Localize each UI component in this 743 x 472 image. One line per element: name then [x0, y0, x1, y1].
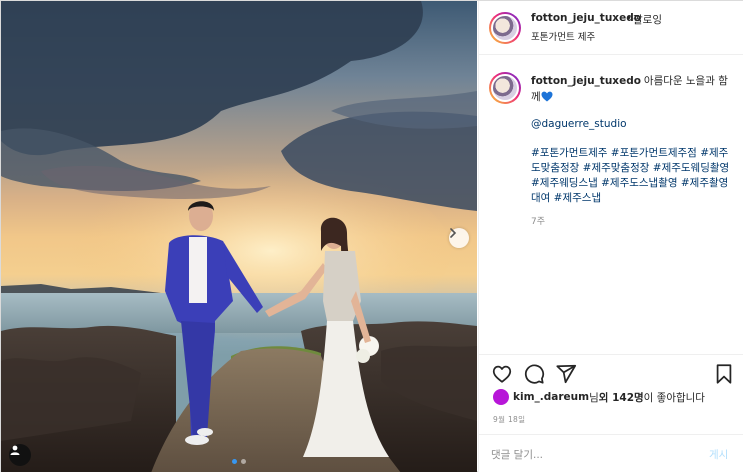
follow-separator: •	[626, 13, 632, 24]
comment-input[interactable]	[491, 446, 691, 464]
hashtag-list: #포톤가먼트제주 #포톤가먼트제주점 #제주도맞춤정장 #제주맞춤정장 #제주도…	[531, 146, 731, 206]
caption-avatar[interactable]	[489, 72, 521, 104]
carousel-dot	[241, 459, 246, 464]
comment-icon[interactable]	[523, 363, 545, 385]
liker-username[interactable]: kim_.dareum	[513, 391, 589, 403]
likes-summary: kim_.dareum 님 외 142명 이 좋아합니다	[493, 387, 705, 407]
post-header: fotton_jeju_tuxedo • 팔로잉 포톤가먼트 제주	[479, 1, 743, 55]
location-link[interactable]: 포톤가먼트 제주	[531, 29, 595, 43]
action-bar	[479, 354, 743, 390]
comment-form: 게시	[479, 434, 743, 472]
post-comment-button[interactable]: 게시	[709, 447, 728, 462]
mention-link[interactable]: @daguerre_studio	[531, 118, 627, 130]
post-date: 9월 18일	[493, 415, 526, 424]
author-username[interactable]: fotton_jeju_tuxedo	[531, 12, 641, 24]
caption-time: 7주	[531, 217, 546, 227]
caption-username[interactable]: fotton_jeju_tuxedo	[531, 75, 641, 87]
likes-text-end: 이 좋아합니다	[643, 391, 705, 404]
chevron-right-icon	[450, 228, 457, 238]
carousel-indicator	[1, 459, 477, 464]
likes-count-link[interactable]: 외 142명	[599, 390, 644, 405]
hashtag-link[interactable]: #제주맞춤정장	[583, 162, 650, 174]
carousel-next-button[interactable]	[449, 228, 469, 248]
post-photo[interactable]	[1, 1, 477, 472]
hashtag-link[interactable]: #제주도웨딩촬영	[653, 162, 729, 174]
hashtag-link[interactable]: #포톤가먼트제주점	[611, 147, 697, 159]
bookmark-icon[interactable]	[713, 363, 735, 385]
blue-heart-icon	[541, 91, 553, 102]
post-side-panel: fotton_jeju_tuxedo • 팔로잉 포톤가먼트 제주 fotton…	[478, 1, 743, 472]
author-avatar[interactable]	[489, 12, 521, 44]
tagged-people-button[interactable]	[9, 444, 31, 466]
heart-icon[interactable]	[491, 363, 513, 385]
share-icon[interactable]	[555, 363, 577, 385]
hashtag-link[interactable]: #포톤가먼트제주	[531, 147, 607, 159]
caption: fotton_jeju_tuxedo 아름다운 노을과 함 께	[531, 73, 736, 105]
liker-avatar[interactable]	[493, 389, 509, 405]
likes-text-mid: 님	[589, 391, 599, 404]
instagram-post: fotton_jeju_tuxedo • 팔로잉 포톤가먼트 제주 fotton…	[0, 0, 743, 472]
hashtag-link[interactable]: #제주도스냅촬영	[601, 177, 677, 189]
hashtag-link[interactable]: #제주웨딩스냅	[531, 177, 598, 189]
following-button[interactable]: 팔로잉	[633, 12, 662, 27]
hashtag-link[interactable]: #제주스냅	[554, 192, 601, 204]
person-tag-icon	[10, 445, 20, 455]
caption-area: fotton_jeju_tuxedo 아름다운 노을과 함 께 @daguerre…	[479, 56, 743, 354]
photo-scene	[1, 1, 477, 472]
carousel-dot-active	[232, 459, 237, 464]
